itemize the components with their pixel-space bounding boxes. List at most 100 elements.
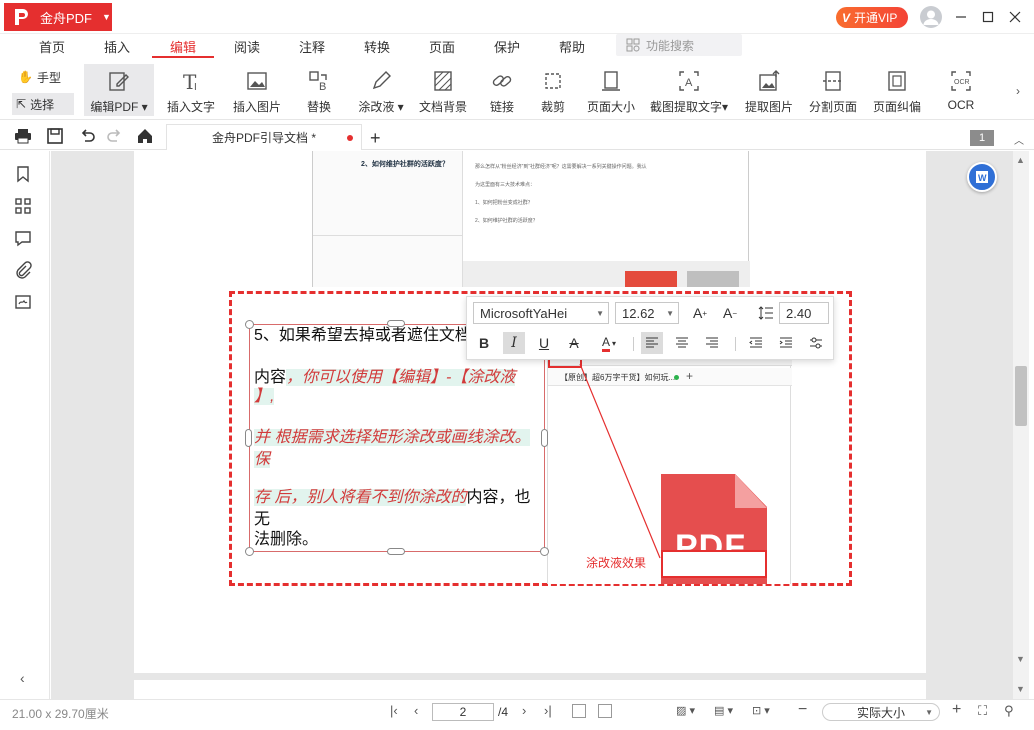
bookmark-icon[interactable] <box>14 165 32 183</box>
rotate-left-icon[interactable] <box>572 704 586 718</box>
redo-icon[interactable] <box>106 127 124 145</box>
tab-read[interactable]: 阅读 <box>219 34 275 58</box>
ocr-screenshot-button[interactable]: A 截图提取文字▾ <box>646 68 732 120</box>
replace-button[interactable]: B 替换 <box>294 68 344 120</box>
resize-handle-br[interactable] <box>540 547 549 556</box>
bold-icon[interactable]: B <box>473 332 495 354</box>
next-page-icon[interactable]: › <box>522 703 526 718</box>
paragraph-line2c[interactable]: 】, <box>254 388 275 405</box>
document-tab[interactable]: 金舟PDF引导文档 * <box>166 124 362 150</box>
tab-protect[interactable]: 保护 <box>479 34 535 58</box>
tab-page[interactable]: 页面 <box>414 34 470 58</box>
scrollbar-thumb[interactable] <box>1015 366 1027 426</box>
collapse-sidebar-icon[interactable]: ‹ <box>20 670 25 686</box>
text-settings-icon[interactable] <box>805 332 827 354</box>
tab-edit[interactable]: 编辑 <box>154 34 212 58</box>
resize-handle-top[interactable] <box>387 320 405 327</box>
thumbnails-icon[interactable] <box>14 197 32 215</box>
split-page-button[interactable]: 分割页面 <box>804 68 862 120</box>
increase-font-icon[interactable]: A + <box>689 302 711 324</box>
vip-button[interactable]: V 开通VIP <box>836 7 908 28</box>
resize-handle-right[interactable] <box>541 429 548 447</box>
print-icon[interactable] <box>14 127 32 145</box>
fill-mode-icon[interactable]: ▨ ▾ <box>676 704 695 717</box>
pin-icon[interactable]: ⚲ <box>1004 703 1014 719</box>
first-page-icon[interactable]: |‹ <box>390 703 398 718</box>
ocr-button[interactable]: OCR OCR <box>938 68 984 120</box>
zoom-in-icon[interactable]: + <box>952 701 961 719</box>
page-layout-icon[interactable]: ⊡ ▾ <box>752 704 770 717</box>
page-number-input[interactable]: 2 <box>432 703 494 721</box>
zoom-select[interactable]: 实际大小 ▼ <box>822 703 940 721</box>
last-page-icon[interactable]: ›| <box>544 703 552 718</box>
italic-icon[interactable]: I <box>503 332 525 354</box>
indent-decrease-icon[interactable] <box>745 332 767 354</box>
align-center-icon[interactable] <box>671 332 693 354</box>
fullscreen-icon[interactable]: ⛶ <box>978 703 987 719</box>
page-size-button[interactable]: 页面大小 <box>582 68 640 120</box>
tab-home[interactable]: 首页 <box>24 34 80 58</box>
maximize-icon[interactable] <box>977 6 999 28</box>
tab-convert[interactable]: 转换 <box>349 34 405 58</box>
scroll-down-icon[interactable]: ▼ <box>1016 654 1025 664</box>
tab-annotate[interactable]: 注释 <box>284 34 340 58</box>
strikethrough-icon[interactable]: A <box>563 332 585 354</box>
resize-handle-tl[interactable] <box>245 320 254 329</box>
zoom-out-icon[interactable]: − <box>798 701 807 719</box>
minimize-icon[interactable] <box>950 6 972 28</box>
line-spacing-icon[interactable] <box>755 302 777 324</box>
align-right-icon[interactable] <box>701 332 723 354</box>
insert-image-button[interactable]: 插入图片 <box>228 68 286 120</box>
function-search-input[interactable]: 功能搜索 <box>616 34 742 56</box>
underline-icon[interactable]: U <box>533 332 555 354</box>
font-size-select[interactable]: 12.62 ▼ <box>615 302 679 324</box>
extract-image-button[interactable]: 提取图片 <box>740 68 798 120</box>
avatar[interactable] <box>920 6 942 28</box>
attachment-icon[interactable] <box>14 261 32 279</box>
correction-fluid-label: 涂改液 <box>358 100 395 114</box>
paragraph-line4a[interactable]: 存 后，别人将看不到你涂改的 <box>254 489 467 506</box>
tab-insert[interactable]: 插入 <box>89 34 145 58</box>
doc-background-button[interactable]: 文档背景 <box>414 68 472 120</box>
scroll-up-icon[interactable]: ▲ <box>1016 155 1025 165</box>
align-left-icon[interactable] <box>641 332 663 354</box>
paragraph-line1[interactable]: 5、如果希望去掉或者遮住文档 <box>254 325 471 347</box>
decrease-font-icon[interactable]: A − <box>719 302 741 324</box>
save-icon[interactable] <box>46 127 64 145</box>
paragraph-line2a[interactable]: 内容 <box>254 369 286 386</box>
deskew-button[interactable]: 页面纠偏 <box>868 68 926 120</box>
link-button[interactable]: 链接 <box>478 68 526 120</box>
indent-increase-icon[interactable] <box>775 332 797 354</box>
comment-icon[interactable] <box>14 229 32 247</box>
scroll-end-icon[interactable]: ▼ <box>1016 684 1025 694</box>
crop-button[interactable]: 裁剪 <box>530 68 576 120</box>
hand-tool-button[interactable]: ✋ 手型 <box>14 66 76 88</box>
word-convert-icon[interactable]: W <box>967 162 997 192</box>
edit-pdf-button[interactable]: 编辑PDF ▾ <box>84 64 154 116</box>
paragraph-line3[interactable]: 并 根据需求选择矩形涂改或画线涂改。保 <box>254 429 531 468</box>
rotate-right-icon[interactable] <box>598 704 612 718</box>
paragraph-line5[interactable]: 法删除。 <box>254 529 318 551</box>
view-mode-icon[interactable]: ▤ ▾ <box>714 704 733 717</box>
close-icon[interactable] <box>1004 6 1026 28</box>
ribbon-scroll-right-icon[interactable]: › <box>1016 84 1020 98</box>
prev-page-icon[interactable]: ‹ <box>414 703 418 718</box>
new-tab-plus-icon[interactable]: + <box>370 128 381 149</box>
tab-help[interactable]: 帮助 <box>544 34 600 58</box>
shot-red-button <box>625 271 677 287</box>
resize-handle-bl[interactable] <box>245 547 254 556</box>
app-menu-button[interactable]: 金舟PDF ▼ <box>4 3 112 31</box>
correction-fluid-button[interactable]: 涂改液 ▾ <box>352 68 410 120</box>
font-color-icon[interactable]: A ▾ <box>593 332 625 354</box>
insert-text-button[interactable]: TI 插入文字 <box>162 68 220 120</box>
home-icon[interactable] <box>136 127 154 145</box>
resize-handle-left[interactable] <box>245 429 252 447</box>
undo-icon[interactable] <box>78 127 96 145</box>
collapse-up-icon[interactable]: ︿ <box>1014 132 1024 147</box>
resize-handle-bottom[interactable] <box>387 548 405 555</box>
select-tool-button[interactable]: ⇱ 选择 <box>12 93 74 115</box>
line-spacing-input[interactable]: 2.40 <box>779 302 829 324</box>
font-family-select[interactable]: MicrosoftYaHei ▼ <box>473 302 609 324</box>
paragraph-line2b[interactable]: ，你可以使用【编辑】-【涂改液 <box>286 369 516 386</box>
signature-icon[interactable] <box>14 293 32 311</box>
